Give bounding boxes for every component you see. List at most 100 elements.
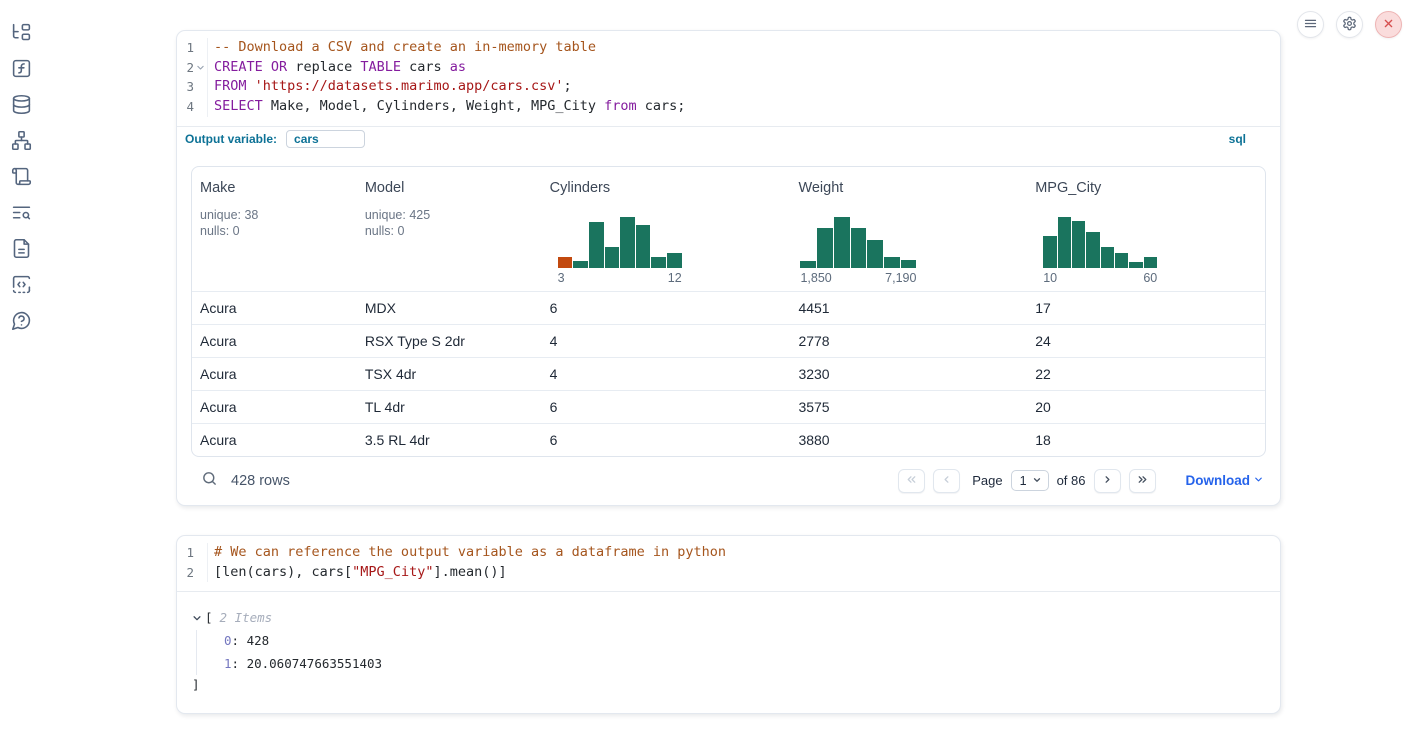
line-gutter: 1: [177, 38, 208, 58]
snippets-code-icon[interactable]: [11, 274, 32, 295]
column-header-model[interactable]: Modelunique: 425nulls: 0: [357, 167, 542, 291]
table-cell: 4: [542, 366, 791, 382]
page-select-value: 1: [1020, 474, 1027, 488]
file-tree-icon[interactable]: [11, 22, 32, 43]
axis-min-label: 3: [558, 271, 565, 285]
column-header-weight[interactable]: Weight 1,850 7,190: [790, 167, 1027, 291]
download-button[interactable]: Download: [1186, 473, 1265, 488]
table-cell: 3880: [790, 432, 1027, 448]
column-histogram: 1,850 7,190: [800, 217, 916, 285]
code-line: 1-- Download a CSV and create an in-memo…: [177, 38, 1280, 58]
table-cell: 2778: [790, 333, 1027, 349]
item-value: : 428: [232, 633, 270, 648]
gear-icon: [1342, 16, 1357, 34]
table-row[interactable]: AcuraRSX Type S 2dr4277824: [192, 324, 1265, 357]
output-variable-input[interactable]: cars: [286, 130, 365, 148]
sql-code-editor[interactable]: 1-- Download a CSV and create an in-memo…: [177, 31, 1280, 126]
token-kw: from: [604, 98, 637, 114]
notebook-cell-sql: 1-- Download a CSV and create an in-memo…: [176, 30, 1281, 506]
chevron-down-icon: [1032, 474, 1042, 488]
scroll-icon[interactable]: [11, 166, 32, 187]
sql-cell-output: Makeunique: 38nulls: 0Modelunique: 425nu…: [177, 152, 1280, 505]
table-cell: RSX Type S 2dr: [357, 333, 542, 349]
histogram-bar: [589, 222, 604, 268]
column-header-cylinders[interactable]: Cylinders312: [542, 167, 791, 291]
table-row[interactable]: AcuraMDX6445117: [192, 291, 1265, 324]
code-line: 4SELECT Make, Model, Cylinders, Weight, …: [177, 97, 1280, 117]
menu-button[interactable]: [1297, 11, 1324, 38]
first-page-button[interactable]: [898, 469, 925, 493]
token-kw: TABLE: [360, 59, 401, 75]
token-pl: [len(cars), cars[: [214, 564, 352, 580]
document-icon[interactable]: [11, 238, 32, 259]
download-label: Download: [1186, 473, 1251, 488]
output-variable-label: Output variable:: [185, 132, 277, 146]
next-page-button[interactable]: [1094, 469, 1121, 493]
token-pl: cars: [401, 59, 450, 75]
histogram-bar: [636, 225, 651, 268]
output-variable-bar: Output variable: cars sql: [177, 126, 1280, 152]
histogram-bar: [851, 228, 867, 268]
code-line: 2[len(cars), cars["MPG_City"].mean()]: [177, 563, 1280, 583]
table-row[interactable]: AcuraTSX 4dr4323022: [192, 357, 1265, 390]
chevron-right-icon: [1101, 473, 1114, 489]
table-cell: 20: [1027, 399, 1265, 415]
fold-spacer: [194, 97, 207, 117]
shutdown-button[interactable]: [1375, 11, 1402, 38]
histogram-bar: [1115, 253, 1128, 268]
axis-min-label: 1,850: [800, 271, 831, 285]
prev-page-button[interactable]: [933, 469, 960, 493]
histogram-bar: [558, 257, 573, 268]
table-cell: 24: [1027, 333, 1265, 349]
histogram-axis-labels: 10 60: [1043, 271, 1157, 285]
code-text: # We can reference the output variable a…: [214, 543, 726, 563]
database-icon[interactable]: [11, 94, 32, 115]
code-text: [len(cars), cars["MPG_City"].mean()]: [214, 563, 507, 583]
token-str: "MPG_City": [352, 564, 433, 580]
axis-max-label: 60: [1143, 271, 1157, 285]
dependency-graph-icon[interactable]: [11, 130, 32, 151]
histogram-bar: [651, 257, 666, 268]
help-bubble-icon[interactable]: [11, 310, 32, 331]
column-header-make[interactable]: Makeunique: 38nulls: 0: [192, 167, 357, 291]
histogram-bar: [573, 261, 588, 268]
settings-button[interactable]: [1336, 11, 1363, 38]
axis-min-label: 10: [1043, 271, 1057, 285]
column-name: Model: [365, 180, 534, 196]
column-name: Make: [200, 180, 349, 196]
axis-max-label: 7,190: [885, 271, 916, 285]
fold-chevron-icon[interactable]: [194, 58, 207, 78]
table-cell: 18: [1027, 432, 1265, 448]
histogram-bar: [834, 217, 850, 268]
histogram-bar: [605, 247, 620, 268]
collapse-chevron-icon[interactable]: [192, 613, 202, 623]
token-cm: # We can reference the output variable a…: [214, 544, 726, 560]
list-search-icon[interactable]: [11, 202, 32, 223]
table-header-row: Makeunique: 38nulls: 0Modelunique: 425nu…: [192, 167, 1265, 291]
python-code-editor[interactable]: 1# We can reference the output variable …: [177, 536, 1280, 592]
column-name: Cylinders: [550, 180, 783, 196]
close-bracket: ]: [192, 675, 1280, 695]
table-cell: 4451: [790, 300, 1027, 316]
histogram-bars: [800, 217, 916, 268]
last-page-button[interactable]: [1129, 469, 1156, 493]
chevrons-left-icon: [905, 473, 918, 489]
table-cell: 17: [1027, 300, 1265, 316]
table-row[interactable]: AcuraTL 4dr6357520: [192, 390, 1265, 423]
code-text: SELECT Make, Model, Cylinders, Weight, M…: [214, 97, 685, 117]
table-cell: Acura: [192, 432, 357, 448]
page-select[interactable]: 1: [1011, 470, 1049, 491]
code-line: 1# We can reference the output variable …: [177, 543, 1280, 563]
function-square-icon[interactable]: [11, 58, 32, 79]
token-str: 'https://datasets.marimo.app/cars.csv': [255, 78, 564, 94]
column-name: Weight: [798, 180, 1019, 196]
table-row[interactable]: Acura3.5 RL 4dr6388018: [192, 423, 1265, 456]
close-icon: [1381, 16, 1396, 34]
column-header-mpg_city[interactable]: MPG_City1060: [1027, 167, 1265, 291]
fold-spacer: [194, 38, 207, 58]
tree-root-row: [2 Items: [192, 608, 1280, 628]
search-icon[interactable]: [201, 470, 218, 491]
token-pl: cars;: [637, 98, 686, 114]
chevron-down-icon: [1253, 473, 1264, 488]
line-gutter: 3: [177, 77, 208, 97]
